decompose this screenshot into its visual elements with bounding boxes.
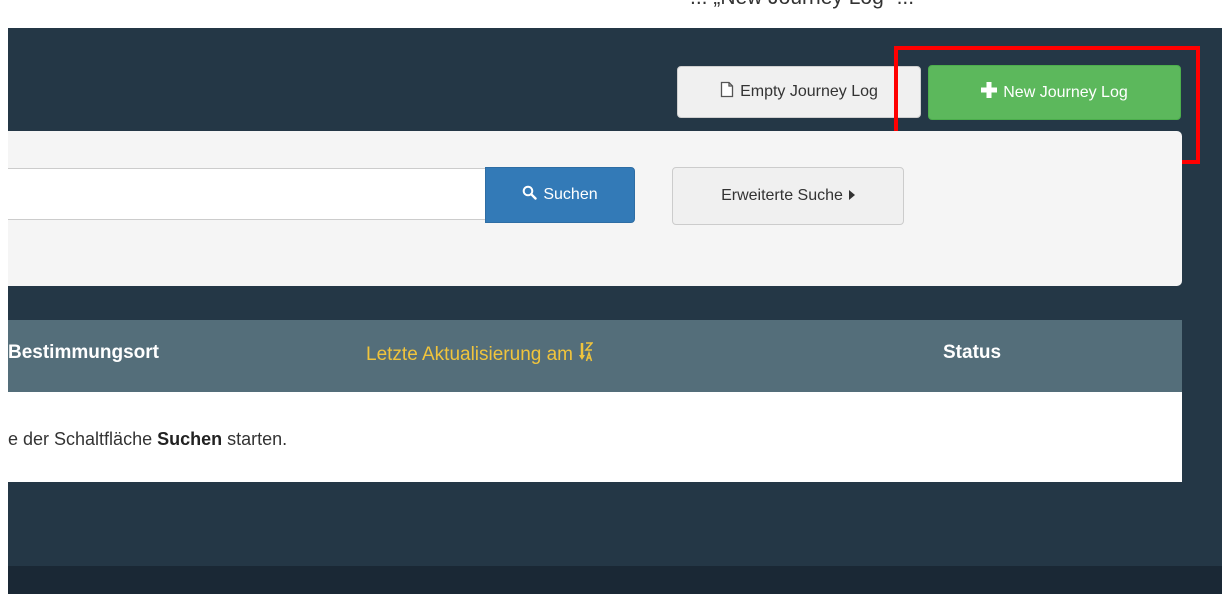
footer-bar [8, 566, 1222, 594]
hint-bold: Suchen [157, 429, 223, 449]
empty-journey-log-label: Empty Journey Log [740, 83, 878, 100]
search-button[interactable]: Suchen [485, 167, 635, 223]
new-journey-log-button[interactable]: New Journey Log [928, 65, 1181, 120]
caret-right-icon [848, 187, 855, 205]
sort-alpha-desc-icon [579, 342, 594, 368]
clipped-instruction-text: ... „New Journey Log“ ... [690, 0, 914, 10]
column-destination[interactable]: Bestimmungsort [8, 342, 159, 364]
table-body: e der Schaltfläche Suchen starten. [8, 392, 1182, 482]
hint-suffix: starten. [227, 429, 288, 449]
column-last-updated[interactable]: Letzte Aktualisierung am [366, 342, 594, 368]
column-last-updated-label: Letzte Aktualisierung am [366, 344, 574, 365]
advanced-search-button[interactable]: Erweiterte Suche [672, 167, 904, 225]
search-button-label: Suchen [543, 186, 598, 203]
column-status[interactable]: Status [943, 342, 1001, 364]
advanced-search-label: Erweiterte Suche [721, 187, 843, 204]
hint-prefix: e der Schaltfläche [8, 429, 153, 449]
empty-journey-log-button[interactable]: Empty Journey Log [677, 66, 921, 118]
top-strip: ... „New Journey Log“ ... [0, 0, 1222, 28]
new-journey-log-label: New Journey Log [1003, 83, 1128, 101]
search-icon [522, 185, 538, 205]
search-input[interactable] [8, 168, 486, 220]
document-icon [720, 81, 734, 103]
plus-icon [981, 82, 998, 103]
search-panel: Suchen Erweiterte Suche [8, 131, 1182, 286]
table-header: Bestimmungsort Letzte Aktualisierung am … [8, 320, 1182, 392]
empty-table-hint: e der Schaltfläche Suchen starten. [8, 429, 287, 450]
